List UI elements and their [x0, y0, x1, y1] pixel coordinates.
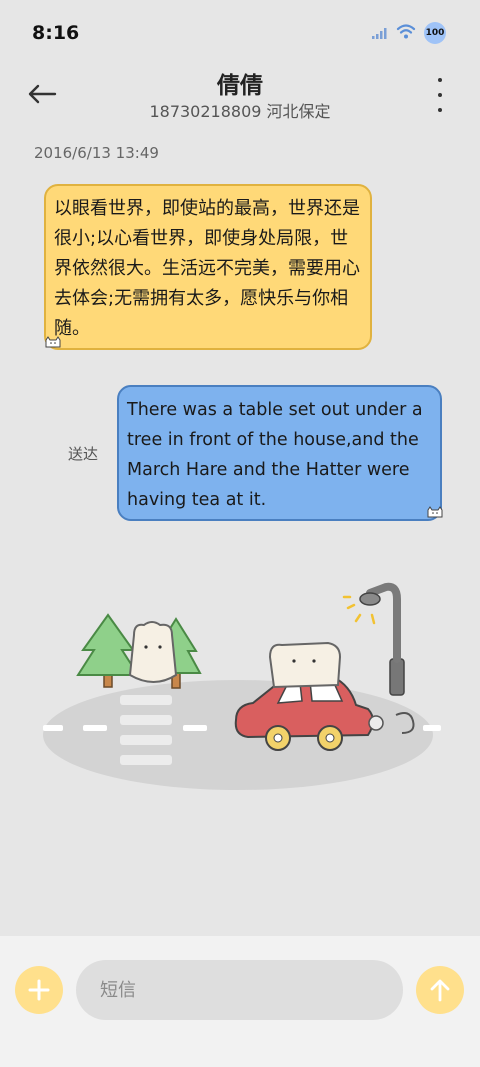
delivery-status: 送达 — [68, 445, 99, 463]
attach-button[interactable] — [15, 966, 63, 1014]
cat-sticker-icon — [45, 336, 61, 348]
more-dot-icon — [438, 108, 442, 112]
incoming-message-bubble[interactable]: 以眼看世界，即使站的最高，世界还是很小;以心看世界，即使身处局限，世界依然很大。… — [44, 184, 372, 350]
incoming-message-text: 以眼看世界，即使站的最高，世界还是很小;以心看世界，即使身处局限，世界依然很大。… — [54, 198, 360, 339]
message-timestamp: 2016/6/13 13:49 — [34, 144, 159, 162]
outgoing-message-bubble[interactable]: There was a table set out under a tree i… — [117, 385, 442, 521]
status-bar: 8:16 100 — [0, 0, 480, 62]
message-input[interactable] — [76, 960, 403, 1020]
signal-icon — [372, 24, 388, 43]
status-time: 8:16 — [32, 22, 80, 44]
conversation-header: 倩倩 18730218809 河北保定 — [0, 62, 480, 132]
street-scene-illustration — [43, 582, 441, 790]
status-icons: 100 — [372, 22, 446, 44]
plus-icon — [28, 979, 50, 1001]
more-options-button[interactable] — [430, 78, 450, 112]
arrow-up-icon — [430, 979, 450, 1002]
outgoing-message-text: There was a table set out under a tree i… — [127, 400, 423, 510]
more-dot-icon — [438, 93, 442, 97]
battery-icon: 100 — [424, 22, 446, 44]
message-composer — [0, 936, 480, 1067]
contact-name: 倩倩 — [217, 73, 263, 99]
send-button[interactable] — [416, 966, 464, 1014]
more-dot-icon — [438, 78, 442, 82]
cat-sticker-icon — [427, 506, 443, 518]
contact-subtitle: 18730218809 河北保定 — [149, 102, 331, 121]
wifi-icon — [396, 23, 416, 43]
